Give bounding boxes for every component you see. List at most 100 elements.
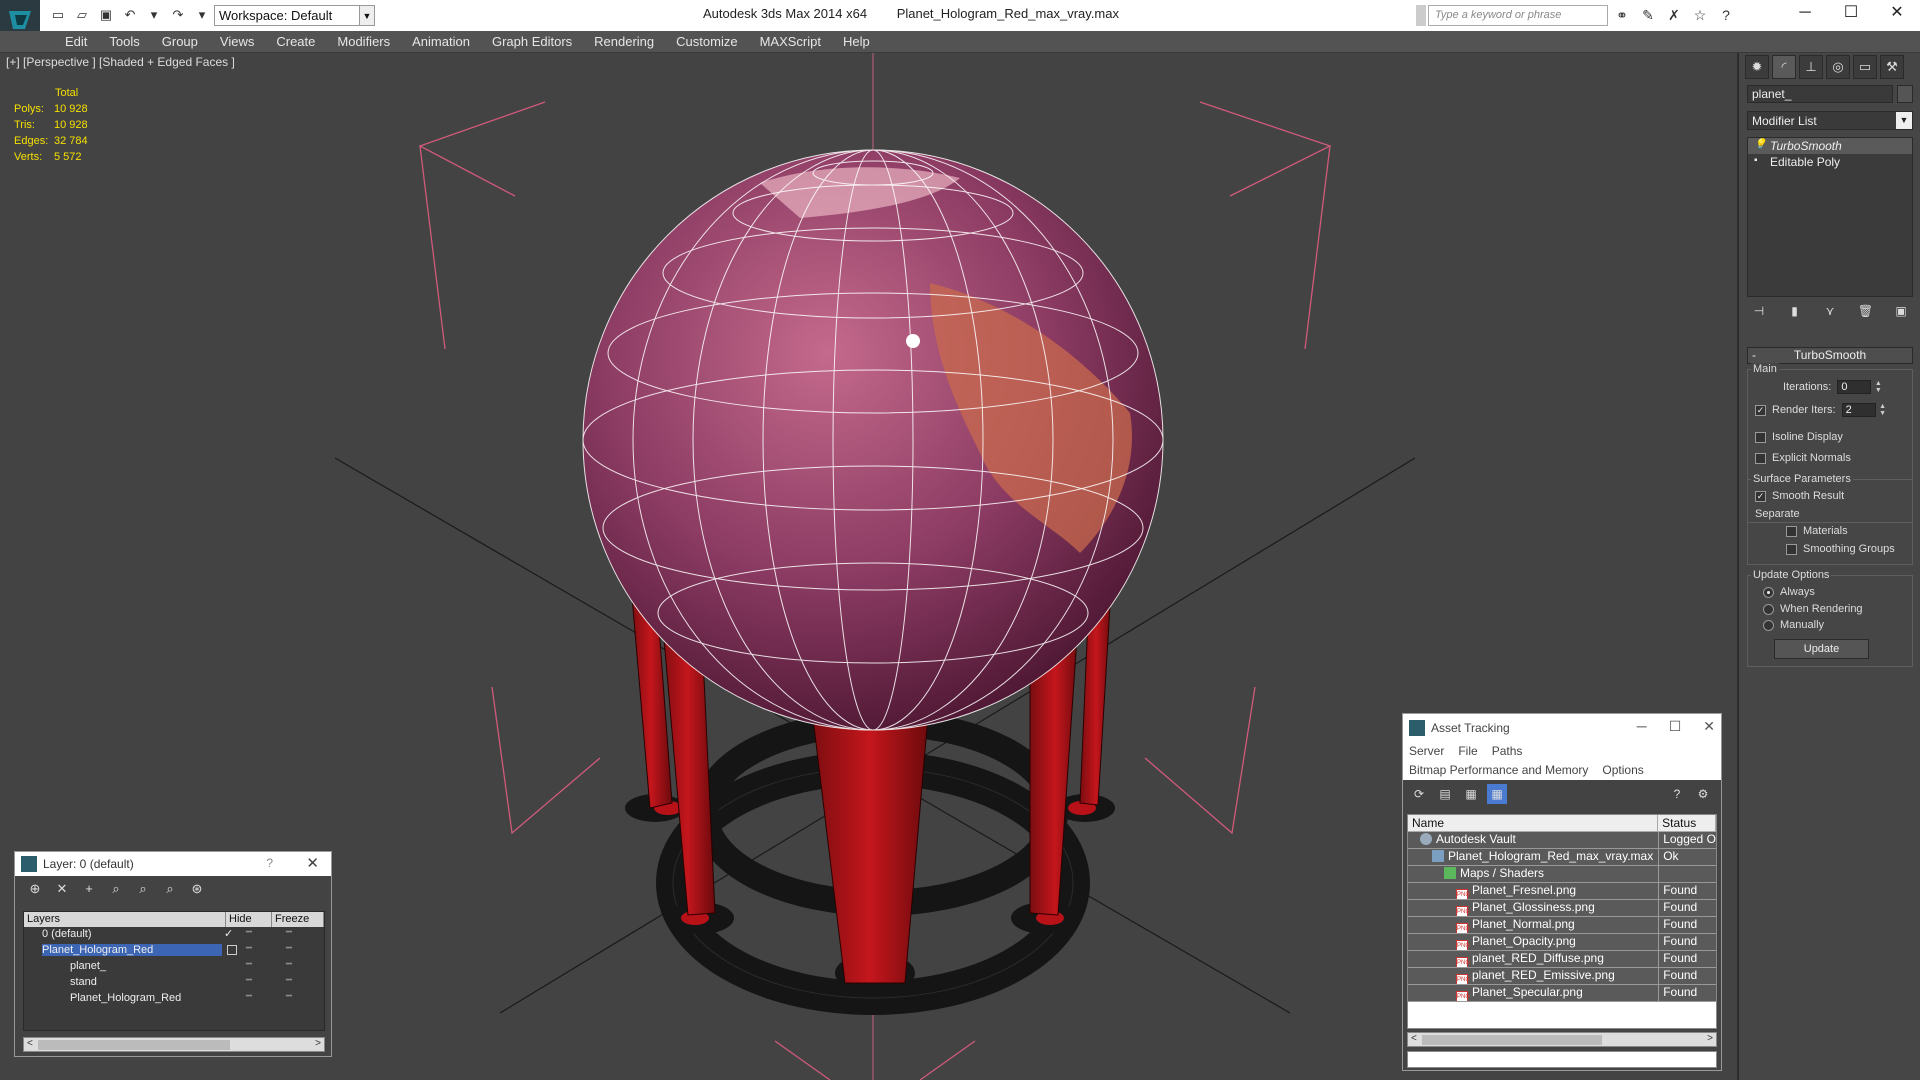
- help-icon[interactable]: ?: [266, 856, 273, 870]
- materials-checkbox[interactable]: [1786, 525, 1797, 537]
- menu-edit[interactable]: Edit: [54, 33, 98, 51]
- search-input[interactable]: Type a keyword or phrase: [1428, 5, 1608, 26]
- minimize-icon[interactable]: ─: [1782, 0, 1828, 26]
- scroll-right-icon[interactable]: >: [1707, 1033, 1713, 1044]
- collapse-icon[interactable]: -: [1752, 348, 1756, 363]
- menu-maxscript[interactable]: MAXScript: [749, 33, 832, 51]
- modify-tab-icon[interactable]: ◜: [1772, 55, 1796, 79]
- smooth-result-checkbox[interactable]: ✓: [1755, 490, 1766, 502]
- maximize-icon[interactable]: ☐: [1828, 0, 1874, 26]
- display-tab-icon[interactable]: ▭: [1853, 55, 1877, 79]
- spinner-arrows-icon[interactable]: ▲ ▼: [1878, 403, 1888, 417]
- menu-help[interactable]: Help: [832, 33, 881, 51]
- column-layers[interactable]: Layers: [24, 912, 226, 927]
- show-end-result-icon[interactable]: ▮: [1783, 301, 1807, 321]
- update-manually-radio[interactable]: [1763, 619, 1774, 631]
- layer-horizontal-scrollbar[interactable]: < >: [23, 1037, 325, 1052]
- modifier-stack[interactable]: 💡 TurboSmooth ▪ Editable Poly: [1747, 137, 1913, 297]
- isoline-display-checkbox[interactable]: [1755, 431, 1766, 443]
- layer-row[interactable]: Planet_Hologram_Red ━ ━: [24, 943, 324, 959]
- asset-row[interactable]: PNG planet_RED_Emissive.png Found: [1408, 968, 1716, 985]
- stack-item-turbosmooth[interactable]: 💡 TurboSmooth: [1748, 138, 1912, 154]
- scrollbar-thumb[interactable]: [1422, 1035, 1602, 1045]
- object-name-field[interactable]: planet_: [1747, 85, 1893, 103]
- search-expand-icon[interactable]: [1416, 5, 1426, 26]
- list-view-icon[interactable]: ▤: [1435, 784, 1455, 804]
- chevron-down-icon[interactable]: ▼: [359, 5, 375, 26]
- asset-row[interactable]: Maps / Shaders: [1408, 866, 1716, 883]
- open-file-icon[interactable]: ▱: [72, 6, 92, 24]
- undo-dropdown-icon[interactable]: ▾: [144, 6, 164, 24]
- asset-tracking-titlebar[interactable]: Asset Tracking ─ ☐ ✕: [1403, 714, 1721, 742]
- close-icon[interactable]: ✕: [1703, 718, 1715, 735]
- remove-modifier-icon[interactable]: 🗑: [1854, 301, 1878, 321]
- object-color-swatch[interactable]: [1897, 85, 1913, 103]
- menu-server[interactable]: Server: [1409, 742, 1444, 761]
- binoculars-icon[interactable]: ⚭: [1612, 5, 1632, 25]
- menu-options[interactable]: Options: [1602, 761, 1643, 780]
- scrollbar-thumb[interactable]: [38, 1040, 230, 1050]
- update-always-radio[interactable]: [1763, 586, 1774, 598]
- help-query-icon[interactable]: ?: [1667, 784, 1687, 804]
- planet-globe[interactable]: [582, 149, 1164, 731]
- menu-customize[interactable]: Customize: [665, 33, 748, 51]
- chevron-down-icon[interactable]: ▼: [1896, 112, 1912, 129]
- motion-tab-icon[interactable]: ◎: [1826, 55, 1850, 79]
- asset-row[interactable]: PNG Planet_Fresnel.png Found: [1408, 883, 1716, 900]
- menu-rendering[interactable]: Rendering: [583, 33, 665, 51]
- new-file-icon[interactable]: ▭: [48, 6, 68, 24]
- hierarchy-tab-icon[interactable]: ⊥: [1799, 55, 1823, 79]
- save-file-icon[interactable]: ▣: [96, 6, 116, 24]
- select-objects-icon[interactable]: ⌕: [106, 880, 126, 898]
- highlight-layer-icon[interactable]: ⌕: [133, 880, 153, 898]
- asset-row[interactable]: PNG Planet_Opacity.png Found: [1408, 934, 1716, 951]
- utilities-tab-icon[interactable]: ⚒: [1880, 55, 1904, 79]
- tools-icon[interactable]: ✗: [1664, 5, 1684, 25]
- menu-views[interactable]: Views: [209, 33, 265, 51]
- asset-row[interactable]: PNG Planet_Normal.png Found: [1408, 917, 1716, 934]
- close-icon[interactable]: ✕: [1874, 0, 1920, 26]
- undo-icon[interactable]: ↶: [120, 6, 140, 24]
- scroll-right-icon[interactable]: >: [315, 1038, 321, 1049]
- maximize-icon[interactable]: ☐: [1669, 718, 1682, 735]
- asset-row[interactable]: Autodesk Vault Logged O: [1408, 832, 1716, 849]
- minimize-icon[interactable]: ─: [1637, 718, 1647, 735]
- layer-row[interactable]: 0 (default) ✓ ━ ━: [24, 927, 324, 943]
- layer-table[interactable]: Layers Hide Freeze 0 (default) ✓ ━ ━ Plan…: [23, 911, 325, 1031]
- communication-center-icon[interactable]: ✎: [1638, 5, 1658, 25]
- hide-all-icon[interactable]: ⌕: [160, 880, 180, 898]
- workspace-dropdown[interactable]: Workspace: Default ▼: [214, 5, 375, 26]
- create-tab-icon[interactable]: ✹: [1745, 55, 1769, 79]
- options-icon[interactable]: ⚙: [1693, 784, 1713, 804]
- render-iters-spinner[interactable]: 2: [1841, 403, 1876, 417]
- asset-horizontal-scrollbar[interactable]: < >: [1407, 1032, 1717, 1047]
- expand-plus-icon[interactable]: ▪: [1754, 156, 1764, 166]
- column-hide[interactable]: Hide: [226, 912, 272, 927]
- scroll-left-icon[interactable]: <: [27, 1038, 33, 1049]
- modifier-list-dropdown[interactable]: Modifier List ▼: [1747, 111, 1913, 130]
- asset-row[interactable]: PNG Planet_Glossiness.png Found: [1408, 900, 1716, 917]
- layer-dialog-titlebar[interactable]: Layer: 0 (default) ? ✕: [15, 852, 331, 876]
- menu-modifiers[interactable]: Modifiers: [326, 33, 401, 51]
- update-when-rendering-radio[interactable]: [1763, 603, 1774, 615]
- column-name[interactable]: Name: [1408, 815, 1659, 831]
- make-unique-icon[interactable]: ⋎: [1818, 301, 1842, 321]
- asset-table[interactable]: Name Status Autodesk Vault Logged O Planet…: [1407, 814, 1717, 1029]
- table-view-icon[interactable]: ▦: [1487, 784, 1507, 804]
- scroll-left-icon[interactable]: <: [1411, 1033, 1417, 1044]
- asset-row[interactable]: Planet_Hologram_Red_max_vray.max Ok: [1408, 849, 1716, 866]
- smoothing-groups-checkbox[interactable]: [1786, 543, 1797, 555]
- help-icon[interactable]: ?: [1716, 5, 1736, 25]
- menu-paths[interactable]: Paths: [1492, 742, 1523, 761]
- configure-sets-icon[interactable]: ▣: [1889, 301, 1913, 321]
- pin-stack-icon[interactable]: ⊣: [1747, 301, 1771, 321]
- render-iters-checkbox[interactable]: ✓: [1755, 404, 1766, 416]
- thumbnail-view-icon[interactable]: ▦: [1461, 784, 1481, 804]
- refresh-icon[interactable]: ⟳: [1409, 784, 1429, 804]
- menu-file[interactable]: File: [1458, 742, 1477, 761]
- viewport-label[interactable]: [+] [Perspective ] [Shaded + Edged Faces…: [6, 55, 235, 69]
- menu-group[interactable]: Group: [151, 33, 209, 51]
- redo-dropdown-icon[interactable]: ▾: [192, 6, 212, 24]
- menu-create[interactable]: Create: [265, 33, 326, 51]
- menu-graph-editors[interactable]: Graph Editors: [481, 33, 583, 51]
